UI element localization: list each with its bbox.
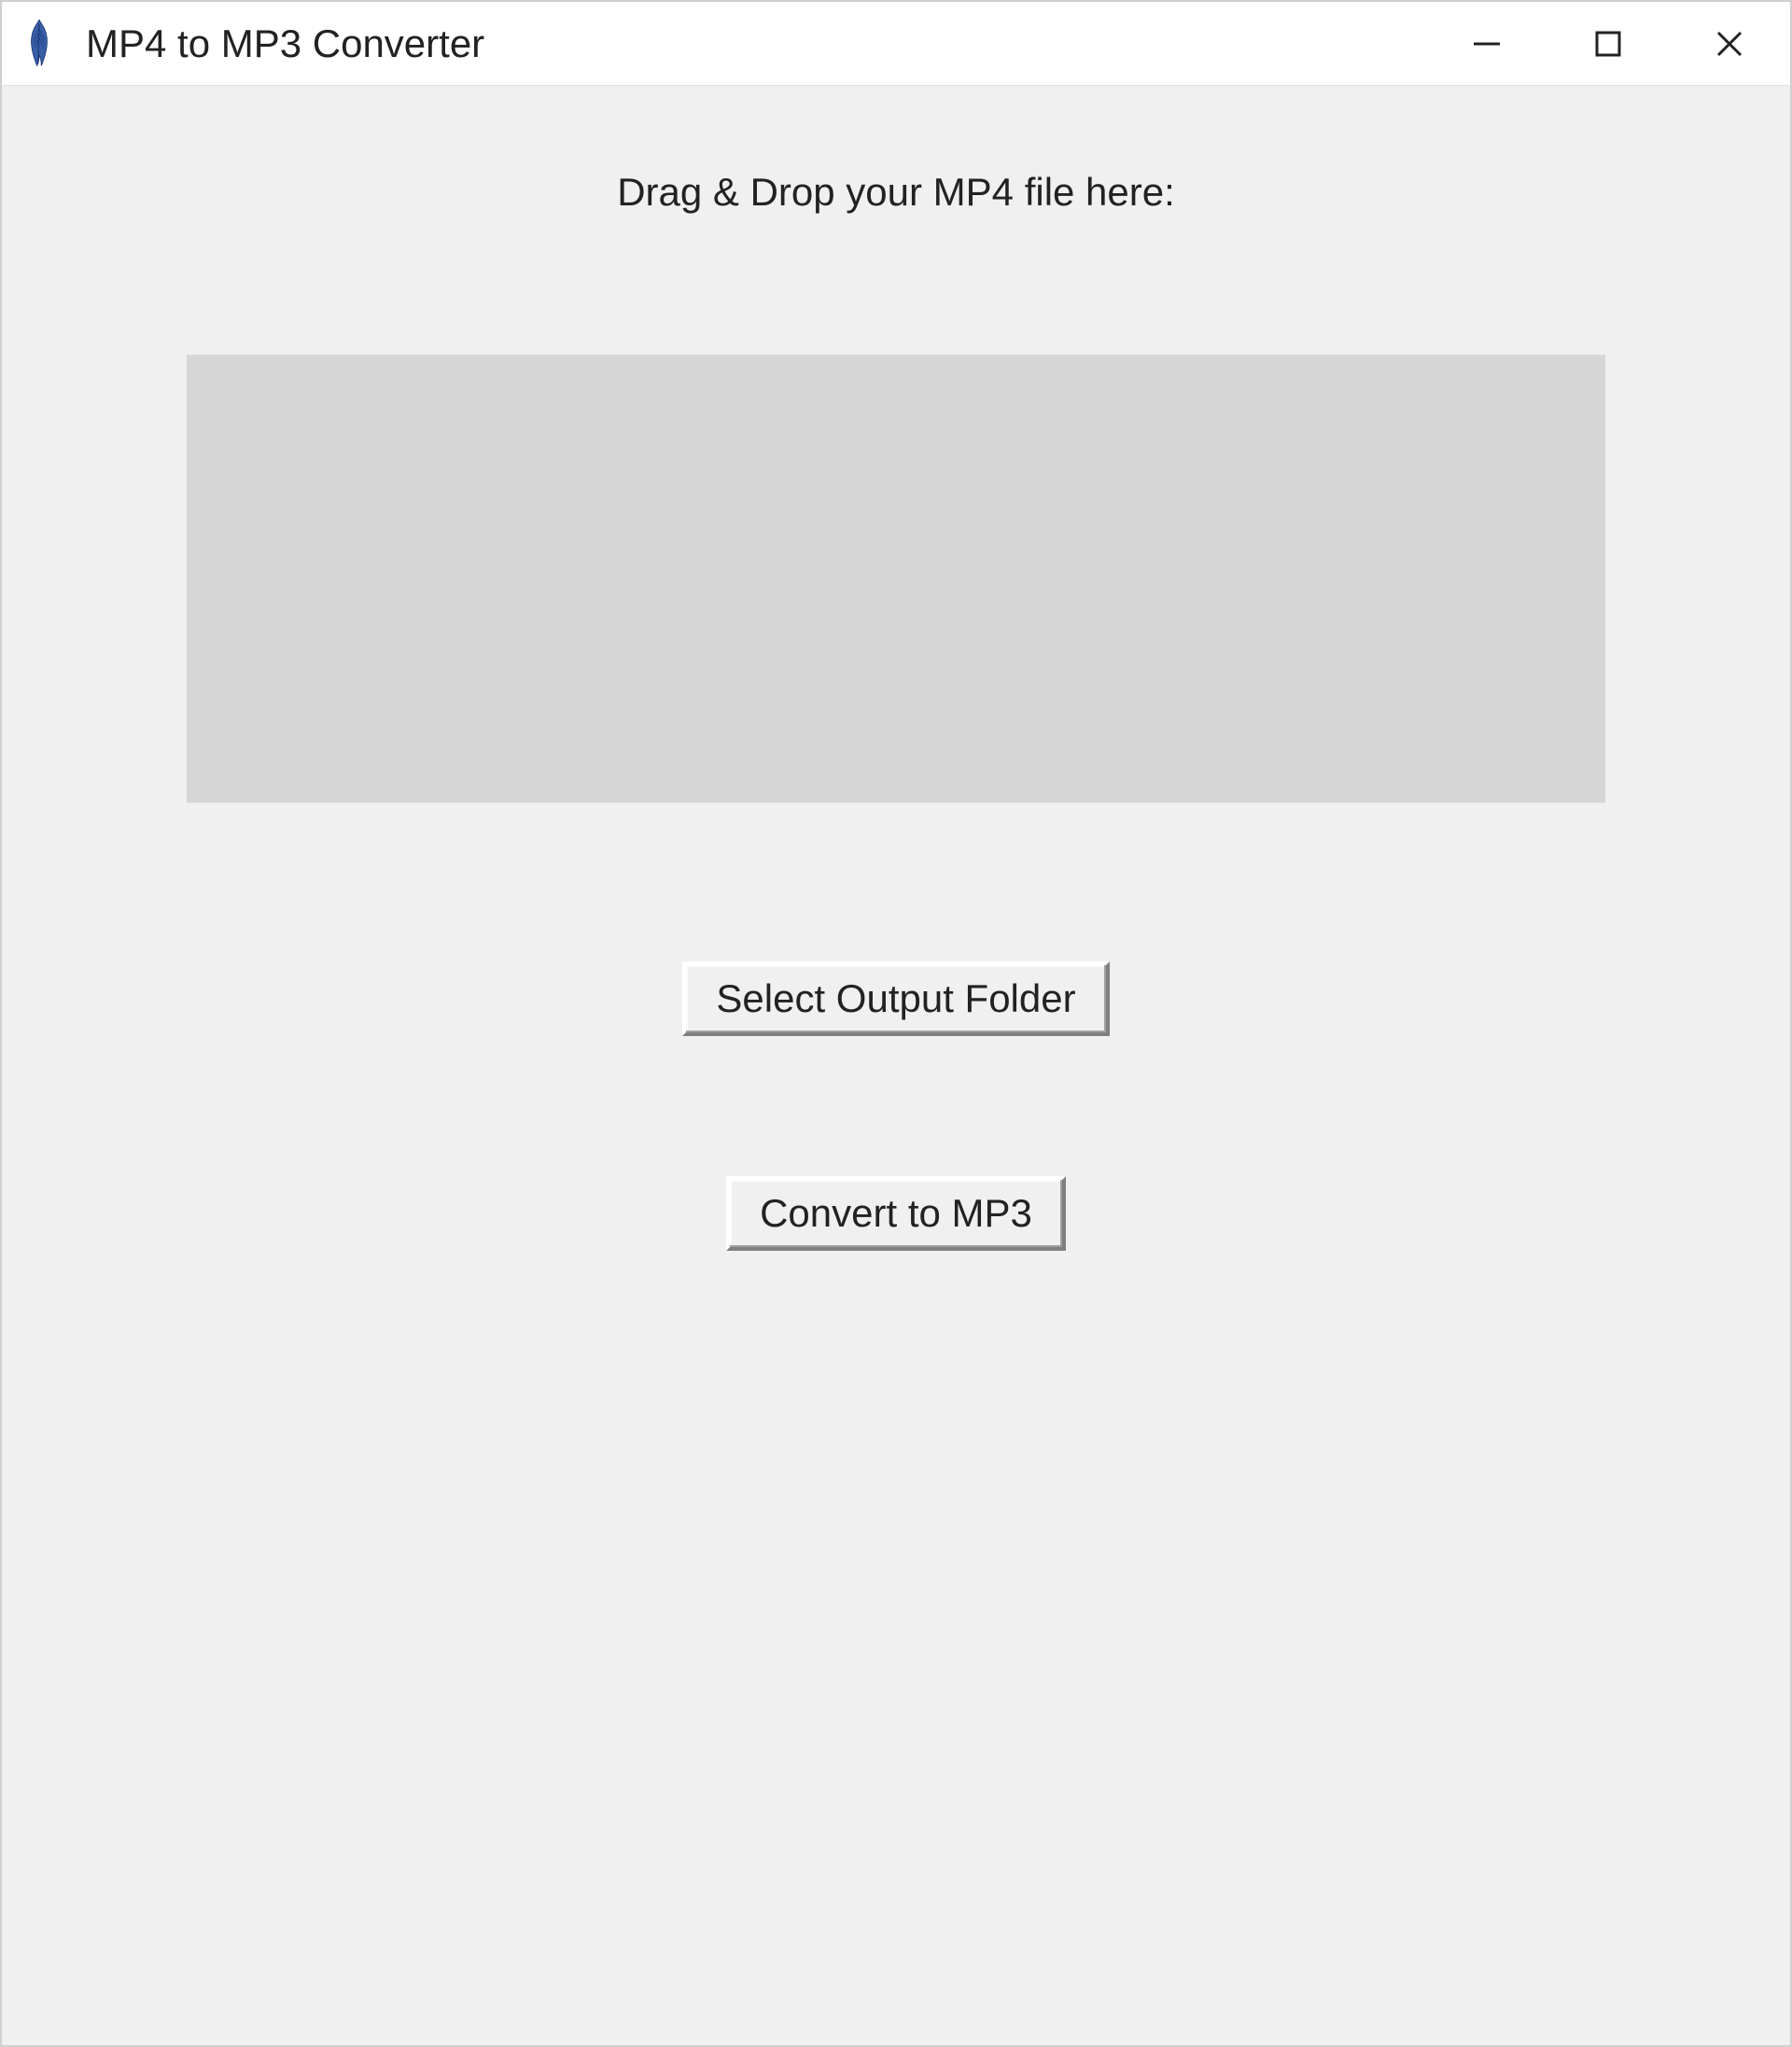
file-drop-zone[interactable]	[187, 355, 1605, 803]
app-feather-icon	[21, 16, 58, 72]
convert-to-mp3-button[interactable]: Convert to MP3	[726, 1176, 1066, 1251]
window-title: MP4 to MP3 Converter	[86, 21, 1426, 66]
maximize-button[interactable]	[1547, 2, 1669, 85]
app-window: MP4 to MP3 Converter Drag & Drop your MP…	[0, 0, 1792, 2047]
close-button[interactable]	[1669, 2, 1790, 85]
client-area: Drag & Drop your MP4 file here: Select O…	[2, 86, 1790, 2045]
minimize-button[interactable]	[1426, 2, 1547, 85]
window-controls	[1426, 2, 1790, 85]
drop-instruction-label: Drag & Drop your MP4 file here:	[617, 170, 1175, 215]
titlebar: MP4 to MP3 Converter	[2, 2, 1790, 86]
select-output-folder-button[interactable]: Select Output Folder	[682, 961, 1109, 1036]
